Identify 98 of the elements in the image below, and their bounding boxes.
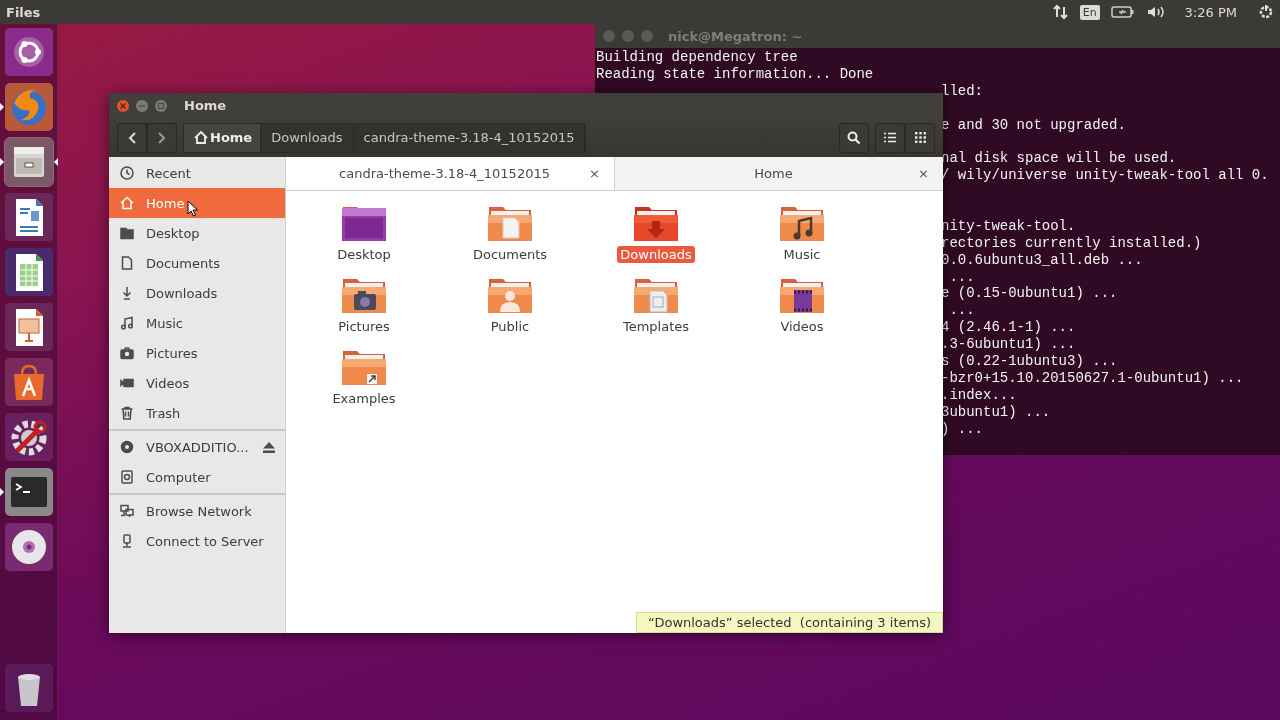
list-view-button[interactable]: [875, 122, 905, 153]
terminal-line: Reading state information... Done: [596, 65, 875, 83]
sidebar-item[interactable]: Computer: [109, 462, 285, 492]
terminal-line: -bzr0+15.10.20150627.1-0ubuntu1) ...: [941, 369, 1244, 386]
file-name[interactable]: Templates: [619, 318, 693, 335]
documents-folder-icon[interactable]: [487, 204, 533, 244]
file-name[interactable]: Public: [487, 318, 533, 335]
videos-folder-icon[interactable]: [779, 276, 825, 316]
power-gear-icon[interactable]: [1258, 4, 1274, 20]
window-title: Home: [184, 98, 227, 113]
file-name[interactable]: Videos: [777, 318, 827, 335]
terminal-line: .3-6ubuntu1) ...: [941, 336, 1076, 353]
network-transfer-icon[interactable]: [1052, 4, 1069, 20]
home-icon: [194, 131, 208, 144]
grid-view-button[interactable]: [905, 122, 935, 153]
volume-icon[interactable]: [1145, 4, 1166, 20]
browser-icon[interactable]: [4, 83, 53, 131]
sidebar-item[interactable]: Downloads: [109, 278, 285, 308]
terminal-line: ) ...: [941, 420, 983, 437]
terminal-line: 0.0.6ubuntu3_all.deb ...: [941, 251, 1143, 268]
terminal-line: rectories currently installed.): [941, 234, 1202, 251]
trash-icon[interactable]: [4, 664, 53, 712]
terminal-line: lled:: [941, 82, 983, 99]
sidebar-item[interactable]: Desktop: [109, 218, 285, 248]
mouse-pointer-icon: [187, 200, 198, 217]
disc-icon: [120, 440, 134, 454]
clock-icon: [120, 166, 134, 180]
sidebar-item[interactable]: Videos: [109, 368, 285, 398]
trash-icon: [120, 406, 134, 420]
eject-icon[interactable]: [263, 441, 275, 453]
status-tooltip: “Downloads” selected (containing 3 items): [636, 612, 943, 633]
download-icon: [120, 286, 134, 300]
file-name[interactable]: Desktop: [334, 246, 394, 263]
keyboard-layout-indicator[interactable]: En: [1079, 4, 1100, 20]
desktop-folder-icon[interactable]: [341, 204, 387, 244]
document-icon[interactable]: [4, 193, 53, 241]
path-button[interactable]: Downloads: [261, 123, 354, 152]
download-folder-icon[interactable]: [633, 204, 679, 244]
terminal-line: ...: [948, 268, 975, 285]
path-button[interactable]: candra-theme-3.18-4_10152015: [353, 123, 586, 152]
chevron-left-icon: [128, 131, 136, 144]
grid-icon: [914, 132, 926, 143]
terminal-line: nity-tweak-tool.: [941, 217, 1076, 234]
sidebar-item[interactable]: Connect to Server: [109, 526, 285, 556]
battery-icon[interactable]: [1110, 5, 1135, 19]
ubuntu-logo-icon[interactable]: [4, 28, 53, 76]
file-cabinet-icon[interactable]: [4, 138, 53, 186]
sidebar-item[interactable]: Browse Network: [109, 496, 285, 526]
video-camera-icon: [120, 376, 134, 390]
templates-folder-icon[interactable]: [633, 276, 679, 316]
sidebar-item[interactable]: Pictures: [109, 338, 285, 368]
sidebar-item[interactable]: VBOXADDITIO...: [109, 432, 285, 462]
terminal-line: ...: [948, 302, 975, 319]
terminal-icon[interactable]: [4, 468, 53, 516]
sidebar-item[interactable]: Recent: [109, 158, 285, 188]
file-name[interactable]: Pictures: [335, 318, 393, 335]
public-folder-icon[interactable]: [487, 276, 533, 316]
back-button[interactable]: [117, 122, 147, 153]
camera-icon: [120, 346, 134, 360]
search-button[interactable]: [839, 122, 869, 153]
sidebar-item[interactable]: Documents: [109, 248, 285, 278]
examples-folder-icon[interactable]: [341, 348, 387, 388]
tab[interactable]: candra-theme-3.18-4_10152015 ×: [286, 157, 614, 190]
home-icon: [120, 196, 134, 210]
tab[interactable]: Home ×: [614, 157, 943, 190]
file-name[interactable]: Documents: [469, 246, 551, 263]
window-title: nick@Megatron: ~: [668, 28, 803, 44]
document-icon: [120, 256, 134, 270]
pictures-folder-icon[interactable]: [341, 276, 387, 316]
app-name: Files: [5, 4, 41, 20]
wrench-gear-icon[interactable]: [4, 413, 53, 461]
folder-icon: [120, 226, 134, 240]
chevron-right-icon: [158, 131, 166, 144]
close-tab-button[interactable]: ×: [918, 166, 929, 181]
close-tab-button[interactable]: ×: [589, 166, 600, 181]
sidebar-item[interactable]: Music: [109, 308, 285, 338]
file-name[interactable]: Examples: [329, 390, 399, 407]
server-icon: [120, 534, 134, 548]
path-button[interactable]: Home: [184, 123, 262, 152]
network-icon: [120, 504, 134, 518]
terminal-line: .index...: [941, 386, 1017, 403]
window-controls[interactable]: [116, 98, 168, 113]
computer-icon: [120, 470, 134, 484]
sidebar-item[interactable]: Trash: [109, 398, 285, 428]
terminal-line: 3ubuntu1) ...: [941, 403, 1051, 420]
disc-icon[interactable]: [4, 523, 53, 571]
shopping-bag-icon[interactable]: [4, 358, 53, 406]
presentation-icon[interactable]: [4, 303, 53, 351]
search-icon: [847, 130, 861, 145]
music-note-icon: [120, 316, 134, 330]
file-name[interactable]: Music: [780, 246, 824, 263]
forward-button[interactable]: [147, 122, 177, 153]
spreadsheet-icon[interactable]: [4, 248, 53, 296]
list-icon: [884, 132, 896, 143]
music-folder-icon[interactable]: [779, 204, 825, 244]
clock[interactable]: 3:26 PM: [1184, 4, 1237, 20]
terminal-line: Building dependency tree: [596, 49, 799, 66]
file-name[interactable]: Downloads: [617, 246, 695, 263]
